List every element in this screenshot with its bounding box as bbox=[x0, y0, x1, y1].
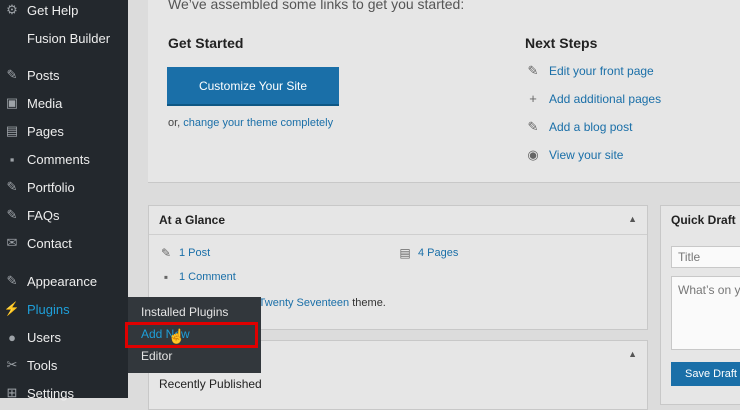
customize-site-button[interactable]: Customize Your Site bbox=[167, 67, 339, 106]
step-label: Edit your front page bbox=[549, 64, 654, 78]
gear-icon: ⚙ bbox=[6, 2, 18, 17]
flyout-installed-plugins[interactable]: Installed Plugins bbox=[141, 305, 228, 319]
collapse-arrow-icon[interactable]: ▲ bbox=[628, 214, 637, 224]
welcome-panel: We’ve assembled some links to get you st… bbox=[148, 0, 740, 183]
plus-icon: + bbox=[529, 91, 537, 106]
sidebar-item-plugins[interactable]: ⚡ Plugins bbox=[0, 296, 128, 322]
or-prefix: or, bbox=[168, 117, 181, 129]
theme-info-suffix: theme. bbox=[352, 297, 386, 309]
sidebar-item-media[interactable]: ▣ Media bbox=[0, 90, 128, 116]
add-pages-link[interactable]: + Add additional pages bbox=[525, 91, 661, 106]
sidebar-item-fusion-builder[interactable]: Fusion Builder bbox=[0, 25, 155, 51]
sidebar-item-comments[interactable]: ▪ Comments bbox=[0, 146, 128, 172]
admin-sidebar: ⚙ Get Help Fusion Builder ✎ Posts ▣ Medi… bbox=[0, 0, 128, 401]
comment-icon: ▪ bbox=[163, 270, 169, 284]
pages-icon: ▤ bbox=[5, 123, 19, 138]
sidebar-item-tools[interactable]: ✂ Tools bbox=[0, 352, 128, 378]
recently-published-heading: Recently Published bbox=[159, 377, 262, 391]
mail-icon: ✉ bbox=[6, 235, 18, 250]
sidebar-item-label: Pages bbox=[27, 123, 64, 139]
sidebar-item-label: Appearance bbox=[27, 273, 98, 289]
step-label: Add a blog post bbox=[549, 120, 633, 134]
flyout-editor[interactable]: Editor bbox=[141, 349, 172, 363]
quick-draft-box: Quick Draft Title What’s on y Save Draft bbox=[660, 205, 740, 405]
sidebar-item-users[interactable]: ● Users bbox=[0, 324, 128, 350]
sidebar-item-faqs[interactable]: ✎ FAQs bbox=[0, 202, 128, 228]
user-icon: ● bbox=[8, 329, 16, 345]
sidebar-item-label: Portfolio bbox=[27, 179, 75, 195]
pin-icon: ✎ bbox=[6, 67, 18, 82]
sidebar-item-label: Get Help bbox=[27, 2, 79, 18]
wrench-icon: ✂ bbox=[6, 357, 18, 372]
pin-icon: ✎ bbox=[6, 207, 18, 222]
edit-front-page-link[interactable]: ✎ Edit your front page bbox=[525, 63, 654, 79]
sidebar-item-label: Fusion Builder bbox=[27, 30, 111, 46]
quick-draft-title: Quick Draft bbox=[671, 213, 736, 227]
pin-icon: ✎ bbox=[160, 246, 172, 260]
posts-count-link[interactable]: ✎ 1 Post bbox=[159, 246, 210, 260]
sidebar-item-get-help[interactable]: ⚙ Get Help bbox=[0, 0, 128, 23]
brush-icon: ✎ bbox=[6, 273, 18, 288]
view-icon: ◉ bbox=[527, 147, 539, 162]
step-label: View your site bbox=[549, 148, 624, 162]
sidebar-item-label: Users bbox=[27, 329, 61, 345]
sidebar-item-label: Media bbox=[27, 95, 63, 111]
sidebar-item-settings[interactable]: ⊞ Settings bbox=[0, 380, 128, 406]
pages-icon: ▤ bbox=[399, 246, 411, 260]
sidebar-item-label: Comments bbox=[27, 151, 90, 167]
collapse-arrow-icon[interactable]: ▲ bbox=[628, 349, 637, 359]
sidebar-item-label: Settings bbox=[27, 385, 74, 401]
sidebar-item-posts[interactable]: ✎ Posts bbox=[0, 62, 128, 88]
sidebar-item-label: Plugins bbox=[27, 301, 70, 317]
step-label: Add additional pages bbox=[549, 91, 662, 106]
sidebar-item-portfolio[interactable]: ✎ Portfolio bbox=[0, 174, 128, 200]
edit-icon: ✎ bbox=[527, 119, 539, 134]
media-icon: ▣ bbox=[5, 95, 19, 110]
save-draft-button[interactable]: Save Draft bbox=[671, 362, 740, 386]
sidebar-item-label: Posts bbox=[27, 67, 60, 83]
sidebar-item-label: Tools bbox=[27, 357, 58, 373]
pages-count: 4 Pages bbox=[418, 247, 459, 259]
pin-icon: ✎ bbox=[6, 179, 18, 194]
view-site-link[interactable]: ◉ View your site bbox=[525, 147, 623, 163]
pages-count-link[interactable]: ▤ 4 Pages bbox=[398, 246, 458, 260]
edit-icon: ✎ bbox=[527, 63, 539, 78]
settings-icon: ⊞ bbox=[6, 385, 18, 400]
theme-link[interactable]: Twenty Seventeen bbox=[259, 297, 350, 309]
highlight-box bbox=[125, 322, 258, 348]
hand-cursor-icon: ☝ bbox=[168, 328, 186, 344]
box-header[interactable]: At a Glance ▲ bbox=[149, 206, 647, 235]
add-blog-post-link[interactable]: ✎ Add a blog post bbox=[525, 119, 633, 135]
sidebar-item-label: FAQs bbox=[27, 207, 60, 223]
comments-count: 1 Comment bbox=[179, 271, 236, 283]
draft-title-input[interactable]: Title bbox=[671, 246, 740, 268]
sidebar-item-appearance[interactable]: ✎ Appearance bbox=[0, 268, 128, 294]
change-theme-line: or, change your theme completely bbox=[168, 117, 333, 129]
sidebar-item-pages[interactable]: ▤ Pages bbox=[0, 118, 128, 144]
posts-count: 1 Post bbox=[179, 247, 211, 259]
change-theme-link[interactable]: change your theme completely bbox=[183, 117, 333, 129]
at-a-glance-title: At a Glance bbox=[159, 213, 226, 227]
sidebar-item-label: Contact bbox=[27, 235, 72, 251]
get-started-heading: Get Started bbox=[168, 35, 244, 51]
comment-icon: ▪ bbox=[9, 151, 15, 167]
sidebar-item-contact[interactable]: ✉ Contact bbox=[0, 230, 128, 256]
next-steps-heading: Next Steps bbox=[525, 35, 598, 51]
comments-count-link[interactable]: ▪ 1 Comment bbox=[159, 270, 236, 284]
draft-content-textarea[interactable]: What’s on y bbox=[671, 276, 740, 350]
welcome-intro: We’ve assembled some links to get you st… bbox=[168, 0, 465, 12]
plug-icon: ⚡ bbox=[3, 301, 21, 316]
